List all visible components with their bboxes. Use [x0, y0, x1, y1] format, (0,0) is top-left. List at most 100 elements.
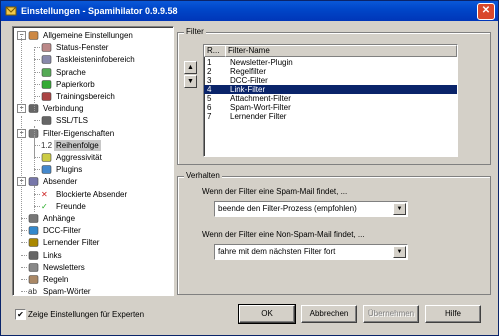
spam-behavior-select[interactable]: beende den Filter-Prozess (empfohlen) ▼ — [214, 201, 408, 217]
chevron-down-icon[interactable]: ▼ — [393, 246, 406, 258]
tree-item-label: Plugins — [56, 165, 83, 175]
filter-name: Newsletter-Plugin — [230, 58, 293, 67]
spamihilator-app-icon — [5, 6, 17, 16]
close-button[interactable]: ✕ — [477, 3, 495, 20]
tree-item-label: Status-Fenster — [56, 43, 109, 53]
aggressiveness-icon — [41, 152, 52, 163]
tree-guide-line — [34, 186, 35, 212]
filter-rank: 5 — [207, 94, 212, 103]
window-icon — [41, 42, 52, 53]
chevron-down-icon[interactable]: ▼ — [393, 203, 406, 215]
filter-rank: 7 — [207, 112, 212, 121]
arrow-up-icon: ▲ — [187, 64, 194, 71]
move-up-button[interactable]: ▲ — [184, 61, 197, 74]
spam-behavior-label: Wenn der Filter eine Spam-Mail findet, .… — [202, 187, 348, 196]
list-header: R... Filter-Name — [204, 45, 457, 57]
tree-item-label: DCC-Filter — [43, 226, 81, 236]
arrow-down-icon: ▼ — [187, 78, 194, 85]
tree-item-label: Freunde — [56, 201, 86, 211]
tree-item-label: SSL/TLS — [56, 116, 89, 126]
language-icon — [41, 67, 52, 78]
friends-icon: ✓ — [41, 201, 48, 211]
tree-connector — [34, 120, 40, 122]
filter-row[interactable]: 2 Regelfilter — [204, 67, 457, 76]
checkmark-icon: ✔ — [17, 310, 24, 319]
attachment-icon — [28, 213, 39, 224]
tree-item-label: Filter-Eigenschaften — [43, 128, 115, 138]
tree-item-label: Lernender Filter — [43, 238, 100, 248]
tree-item-label: Papierkorb — [56, 79, 95, 89]
filter-group-label: Filter — [184, 27, 206, 36]
filter-row[interactable]: 4 Link-Filter — [204, 85, 457, 94]
filter-name: Regelfilter — [230, 67, 267, 76]
training-icon — [41, 91, 52, 102]
filter-name: Lernender Filter — [230, 112, 287, 121]
tree-connector — [21, 291, 27, 293]
title-bar[interactable]: Einstellungen - Spamihilator 0.9.9.58 ✕ — [1, 1, 498, 21]
behavior-group-label: Verhalten — [184, 171, 222, 180]
tree-item-label: Sprache — [56, 67, 86, 77]
filter-row[interactable]: 5 Attachment-Filter — [204, 94, 457, 103]
dcc-icon — [28, 225, 39, 236]
filter-row[interactable]: 6 Spam-Wort-Filter — [204, 103, 457, 112]
window-title: Einstellungen - Spamihilator 0.9.9.58 — [21, 6, 178, 16]
filter-name: Attachment-Filter — [230, 94, 291, 103]
tree-item-label: Regeln — [43, 275, 69, 284]
tree-item-label: Spam-Wörter — [43, 287, 91, 297]
tree-item-label: Allgemeine Einstellungen — [43, 31, 133, 40]
help-button[interactable]: Hilfe — [425, 305, 481, 323]
tree-item-label: Blockierte Absender — [56, 189, 128, 199]
column-header-filter-name[interactable]: Filter-Name — [225, 45, 457, 57]
tree-item-label: Trainingsbereich — [56, 92, 115, 101]
filter-name: Link-Filter — [230, 85, 266, 94]
expert-settings-checkbox[interactable]: ✔ — [15, 309, 26, 320]
tree-guide-line — [34, 49, 35, 111]
order-icon: 1.2 — [41, 140, 53, 150]
tree-item-label: Absender — [43, 177, 78, 187]
tree-item-label: Newsletters — [43, 262, 85, 272]
learning-filter-icon — [28, 237, 39, 248]
ok-button[interactable]: OK — [238, 304, 296, 324]
spam-words-icon: ab — [28, 287, 37, 297]
nonspam-behavior-select[interactable]: fahre mit dem nächsten Filter fort ▼ — [214, 244, 408, 260]
blocked-icon: ✕ — [41, 189, 48, 199]
filter-rank: 4 — [207, 85, 212, 94]
filter-rank: 1 — [207, 58, 212, 67]
newsletter-icon — [28, 262, 39, 273]
filter-row[interactable]: 3 DCC-Filter — [204, 76, 457, 85]
filter-name: Spam-Wort-Filter — [230, 103, 291, 112]
settings-dialog: Einstellungen - Spamihilator 0.9.9.58 ✕ … — [0, 0, 499, 336]
filter-row[interactable]: 7 Lernender Filter — [204, 112, 457, 121]
tree-item-label: Aggressivität — [56, 153, 102, 162]
taskbar-icon — [41, 54, 52, 65]
nonspam-behavior-value: fahre mit dem nächsten Filter fort — [218, 247, 336, 256]
tree-connector — [21, 254, 27, 256]
apply-button: Übernehmen — [363, 305, 419, 323]
close-icon: ✕ — [481, 5, 491, 16]
recycle-icon — [41, 79, 52, 90]
filter-rank: 2 — [207, 67, 212, 76]
rules-icon — [28, 274, 39, 285]
tree-guide-line — [21, 116, 22, 236]
filter-row[interactable]: 1 Newsletter-Plugin — [204, 58, 457, 67]
cancel-button[interactable]: Abbrechen — [301, 305, 357, 323]
filter-name: DCC-Filter — [230, 76, 268, 85]
expert-settings-label[interactable]: Zeige Einstellungen für Experten — [28, 310, 144, 319]
tree-item-label: Links — [43, 250, 62, 260]
tree-item-label: Reihenfolge — [54, 139, 101, 151]
tree-item-label: Verbindung — [43, 104, 84, 114]
lock-icon — [41, 115, 52, 126]
tree-connector — [21, 242, 27, 244]
tree-item-label: Anhänge — [43, 214, 76, 223]
filter-rank: 3 — [207, 76, 212, 85]
settings-tree[interactable]: − Allgemeine Einstellungen Status-Fenster T… — [12, 26, 174, 296]
column-header-rank[interactable]: R... — [204, 45, 226, 57]
links-icon — [28, 250, 39, 261]
plugins-icon — [41, 164, 52, 175]
move-down-button[interactable]: ▼ — [184, 75, 197, 88]
tree-connector — [21, 266, 27, 268]
filter-order-list[interactable]: R... Filter-Name 1 Newsletter-Plugin 2 Rege… — [203, 44, 458, 157]
spam-behavior-value: beende den Filter-Prozess (empfohlen) — [218, 204, 357, 213]
filter-rank: 6 — [207, 103, 212, 112]
settings-icon — [28, 30, 39, 41]
